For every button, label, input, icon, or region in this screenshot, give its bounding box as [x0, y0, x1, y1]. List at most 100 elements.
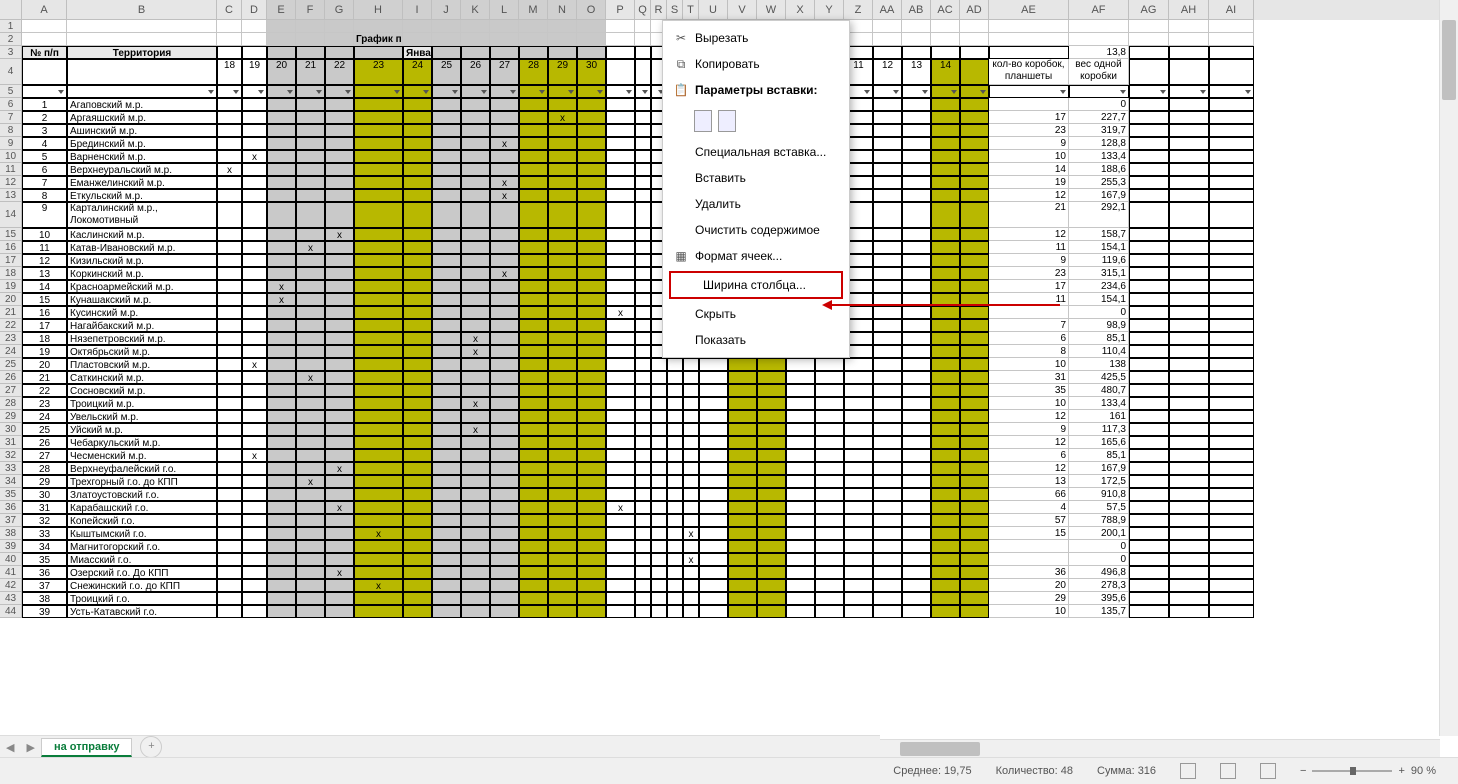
cell[interactable]	[461, 488, 490, 501]
cell[interactable]	[1209, 280, 1254, 293]
cell[interactable]: 480,7	[1069, 384, 1129, 397]
cell[interactable]	[519, 280, 548, 293]
cell[interactable]	[490, 202, 519, 228]
cell[interactable]	[1169, 397, 1209, 410]
cell[interactable]: 0	[1069, 553, 1129, 566]
cell[interactable]	[519, 605, 548, 618]
cell[interactable]	[461, 98, 490, 111]
cell[interactable]	[873, 410, 902, 423]
cell[interactable]	[1209, 293, 1254, 306]
cell[interactable]	[461, 358, 490, 371]
cell[interactable]	[902, 423, 931, 436]
cell[interactable]: x	[490, 176, 519, 189]
cell[interactable]: 255,3	[1069, 176, 1129, 189]
cell[interactable]	[217, 202, 242, 228]
cell[interactable]	[1169, 488, 1209, 501]
cell[interactable]	[699, 371, 728, 384]
cell[interactable]: 26	[22, 436, 67, 449]
cell[interactable]	[490, 124, 519, 137]
cell[interactable]	[267, 137, 296, 150]
cell[interactable]	[931, 397, 960, 410]
cell[interactable]	[1169, 475, 1209, 488]
cell[interactable]	[1129, 475, 1169, 488]
cell[interactable]	[667, 605, 683, 618]
cell[interactable]: 30	[577, 59, 606, 85]
sheet-tab-active[interactable]: на отправку	[41, 738, 133, 757]
cell[interactable]	[931, 436, 960, 449]
cell[interactable]	[757, 371, 786, 384]
cell[interactable]	[490, 280, 519, 293]
cell[interactable]	[683, 371, 699, 384]
cell[interactable]	[217, 514, 242, 527]
cell[interactable]	[873, 527, 902, 540]
cell[interactable]	[296, 254, 325, 267]
cell[interactable]	[403, 514, 432, 527]
cell[interactable]	[519, 111, 548, 124]
cell[interactable]	[606, 475, 635, 488]
cell[interactable]	[606, 59, 635, 85]
cell[interactable]	[403, 475, 432, 488]
cell[interactable]	[548, 267, 577, 280]
cell[interactable]	[577, 527, 606, 540]
cell[interactable]	[960, 423, 989, 436]
cell[interactable]	[1169, 592, 1209, 605]
cell[interactable]	[403, 592, 432, 605]
cell[interactable]: x	[354, 579, 403, 592]
cell[interactable]	[548, 137, 577, 150]
cell[interactable]: 20	[267, 59, 296, 85]
cell[interactable]	[325, 358, 354, 371]
cell[interactable]	[1209, 371, 1254, 384]
cell[interactable]	[267, 20, 296, 33]
cell[interactable]	[432, 436, 461, 449]
cell[interactable]	[577, 553, 606, 566]
cell[interactable]	[606, 332, 635, 345]
cell[interactable]	[1169, 254, 1209, 267]
cell[interactable]	[683, 605, 699, 618]
cell[interactable]	[403, 124, 432, 137]
cell[interactable]	[267, 514, 296, 527]
cell[interactable]	[519, 33, 548, 46]
cell[interactable]: 128,8	[1069, 137, 1129, 150]
cell[interactable]	[651, 384, 667, 397]
cell[interactable]: 154,1	[1069, 293, 1129, 306]
cell[interactable]	[1129, 293, 1169, 306]
menu-cut[interactable]: ✂Вырезать	[663, 25, 849, 51]
cell[interactable]: 7	[989, 319, 1069, 332]
cell[interactable]	[548, 514, 577, 527]
col-header-K[interactable]: K	[461, 0, 490, 20]
cell[interactable]	[960, 137, 989, 150]
cell[interactable]	[606, 358, 635, 371]
cell[interactable]	[519, 527, 548, 540]
cell[interactable]	[1209, 605, 1254, 618]
cell[interactable]	[432, 85, 461, 98]
cell[interactable]	[242, 371, 267, 384]
cell[interactable]: 135,7	[1069, 605, 1129, 618]
tab-nav-next[interactable]: ▶	[20, 741, 40, 754]
cell[interactable]	[931, 202, 960, 228]
cell[interactable]	[902, 462, 931, 475]
cell[interactable]	[902, 189, 931, 202]
cell[interactable]	[242, 527, 267, 540]
cell[interactable]	[548, 527, 577, 540]
cell[interactable]: 12	[989, 189, 1069, 202]
cell[interactable]	[403, 111, 432, 124]
cell[interactable]: 9	[989, 423, 1069, 436]
cell[interactable]	[667, 553, 683, 566]
cell[interactable]	[757, 423, 786, 436]
cell[interactable]: Снежинский г.о. до КПП	[67, 579, 217, 592]
cell[interactable]	[667, 462, 683, 475]
cell[interactable]	[1209, 592, 1254, 605]
cell[interactable]	[1129, 410, 1169, 423]
cell[interactable]	[242, 124, 267, 137]
cell[interactable]	[490, 436, 519, 449]
cell[interactable]	[242, 228, 267, 241]
cell[interactable]	[325, 33, 354, 46]
cell[interactable]: 32	[22, 514, 67, 527]
cell[interactable]	[1129, 358, 1169, 371]
cell[interactable]	[325, 254, 354, 267]
cell[interactable]	[606, 371, 635, 384]
cell[interactable]: x	[490, 267, 519, 280]
cell[interactable]	[217, 475, 242, 488]
cell[interactable]: 29	[989, 592, 1069, 605]
cell[interactable]	[577, 566, 606, 579]
